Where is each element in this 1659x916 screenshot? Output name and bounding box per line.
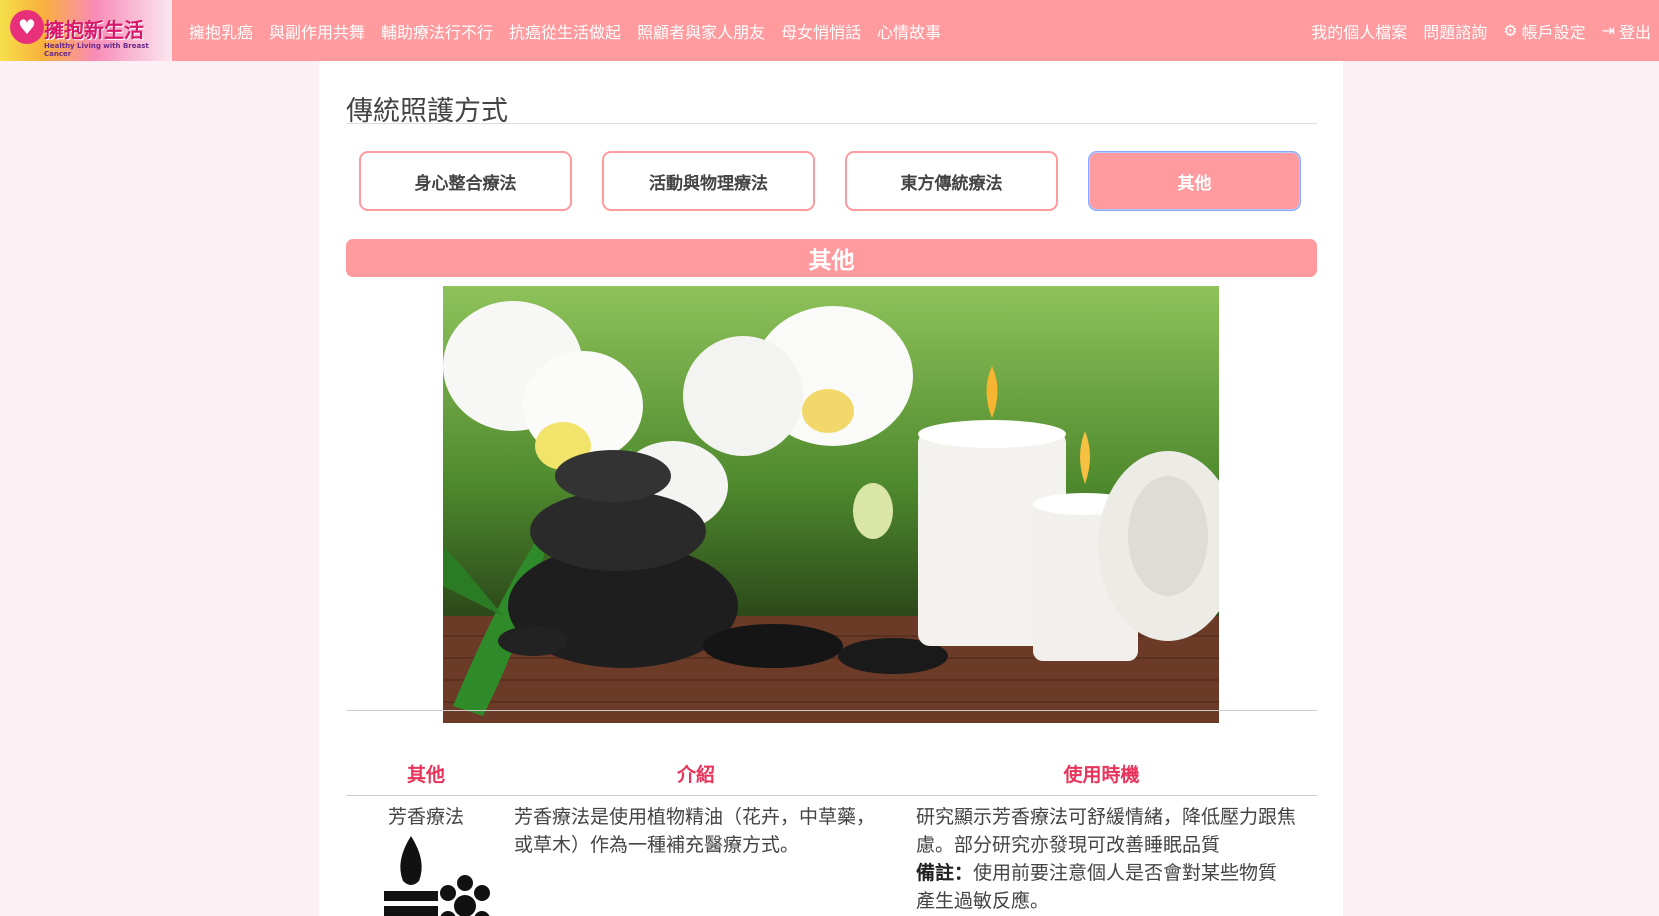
nav-item-breast-cancer[interactable]: 擁抱乳癌 (189, 19, 253, 43)
tab-eastern-traditional[interactable]: 東方傳統療法 (845, 151, 1058, 211)
nav-item-mother-daughter[interactable]: 母女悄悄話 (781, 19, 861, 43)
title-divider (346, 123, 1317, 124)
spa-illustration (443, 301, 1219, 723)
tab-other[interactable]: 其他 (1088, 151, 1301, 211)
nav-item-side-effects[interactable]: 與副作用共舞 (269, 19, 365, 43)
table-cell-name: 芳香療法 (387, 806, 464, 828)
section-title-bar: 其他 (346, 239, 1317, 277)
consult-link[interactable]: 問題諮詢 (1423, 19, 1487, 43)
table-header-other: 其他 (406, 764, 445, 786)
logout-icon: ⇥ (1601, 21, 1615, 40)
nav-item-lifestyle[interactable]: 抗癌從生活做起 (509, 19, 621, 43)
main-nav: 擁抱乳癌 與副作用共舞 輔助療法行不行 抗癌從生活做起 照顧者與家人朋友 母女悄… (189, 19, 957, 43)
table-cell-intro: 芳香療法是使用植物精油（花卉，中草藥，或草木）作為一種補充醫療方式。 (514, 806, 876, 856)
nav-item-complementary[interactable]: 輔助療法行不行 (381, 19, 493, 43)
tab-mind-body[interactable]: 身心整合療法 (359, 151, 572, 211)
settings-link[interactable]: ⚙ 帳戶設定 (1503, 19, 1585, 43)
logout-link[interactable]: ⇥ 登出 (1602, 19, 1651, 43)
nav-item-stories[interactable]: 心情故事 (877, 19, 941, 43)
top-navbar: ♥ 擁抱新生活 Healthy Living with Breast Cance… (0, 0, 1659, 61)
brand-tagline: Healthy Living with Breast Cancer (44, 42, 149, 58)
note-label: 備註： (916, 862, 974, 884)
table-header-intro: 介紹 (676, 764, 715, 786)
main-content: 傳統照護方式 身心整合療法 活動與物理療法 東方傳統療法 其他 其他 其他 介紹… (319, 61, 1343, 916)
brand-logo[interactable]: ♥ 擁抱新生活 Healthy Living with Breast Cance… (0, 0, 172, 61)
spa-photo (443, 286, 1219, 723)
logout-label: 登出 (1618, 22, 1651, 42)
nav-item-caregivers[interactable]: 照顧者與家人朋友 (637, 19, 765, 43)
settings-label: 帳戶設定 (1521, 22, 1586, 42)
brand-name: 擁抱新生活 (44, 18, 144, 42)
table-header-rule (346, 795, 1317, 796)
heart-icon: ♥ (10, 10, 44, 44)
tab-activity-physical[interactable]: 活動與物理療法 (602, 151, 815, 211)
timing-text: 研究顯示芳香療法可舒緩情緒，降低壓力跟焦慮。部分研究亦發現可改善睡眠品質 (916, 806, 1297, 856)
table-header-timing: 使用時機 (1063, 764, 1140, 786)
account-nav: 我的個人檔案 問題諮詢 ⚙ 帳戶設定 ⇥ 登出 (1295, 0, 1651, 61)
gear-icon: ⚙ (1503, 21, 1518, 40)
table-cell-timing: 研究顯示芳香療法可舒緩情緒，降低壓力跟焦慮。部分研究亦發現可改善睡眠品質 備註：… (916, 803, 1296, 915)
profile-link[interactable]: 我的個人檔案 (1311, 19, 1407, 43)
table-top-rule (346, 710, 1317, 711)
aromatherapy-icon (379, 831, 494, 916)
